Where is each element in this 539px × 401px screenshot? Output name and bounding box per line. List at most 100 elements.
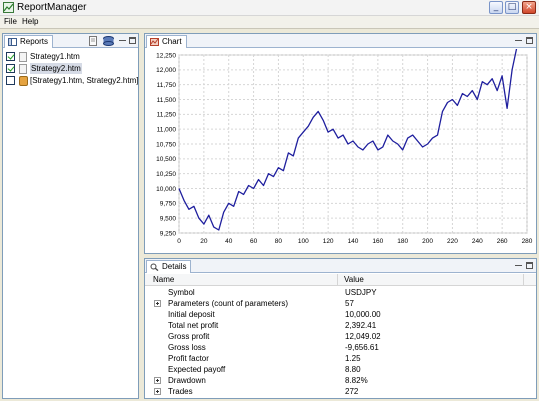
x-tick-label: 220 xyxy=(447,238,458,245)
column-divider[interactable] xyxy=(337,274,338,286)
details-minimize-icon[interactable] xyxy=(515,262,522,269)
column-header-name[interactable]: Name xyxy=(153,275,174,284)
menu-help[interactable]: Help xyxy=(22,17,38,26)
table-row[interactable]: Trades 272 xyxy=(145,386,536,397)
table-row[interactable]: Gross loss -9,656.61 xyxy=(145,342,536,353)
window-title: ReportManager xyxy=(17,2,87,13)
tree-item-label: Strategy2.htm xyxy=(30,63,82,74)
y-tick-label: 12,250 xyxy=(156,52,176,59)
x-tick-label: 240 xyxy=(472,238,483,245)
y-tick-label: 10,000 xyxy=(156,186,176,193)
row-value: 10,000.00 xyxy=(345,310,381,319)
x-tick-label: 160 xyxy=(372,238,383,245)
checkbox-combined[interactable] xyxy=(6,76,15,85)
expand-icon[interactable] xyxy=(154,377,161,384)
table-row[interactable]: Symbol USDJPY xyxy=(145,287,536,298)
row-value: USDJPY xyxy=(345,288,377,297)
row-name: Parameters (count of parameters) xyxy=(168,299,289,308)
x-tick-label: 60 xyxy=(250,238,258,245)
column-divider[interactable] xyxy=(523,274,524,286)
row-name: Trades xyxy=(168,387,193,396)
reports-minimize-icon[interactable] xyxy=(119,37,126,44)
file-icon xyxy=(19,52,27,62)
tree-item[interactable]: [Strategy1.htm, Strategy2.htm] xyxy=(6,75,139,86)
details-maximize-icon[interactable] xyxy=(526,262,533,269)
reports-tab-icon xyxy=(8,38,17,46)
x-tick-label: 120 xyxy=(323,238,334,245)
tree-item-label: [Strategy1.htm, Strategy2.htm] xyxy=(30,76,139,85)
y-tick-label: 9,500 xyxy=(160,215,177,222)
menu-file[interactable]: File xyxy=(4,17,17,26)
x-tick-label: 80 xyxy=(275,238,283,245)
file-icon xyxy=(19,64,27,74)
x-tick-label: 200 xyxy=(422,238,433,245)
magnifier-icon xyxy=(150,263,159,271)
row-name: Gross profit xyxy=(168,332,210,341)
chart-tab-icon xyxy=(150,38,159,46)
row-name: Gross loss xyxy=(168,343,206,352)
row-name: Symbol xyxy=(168,288,195,297)
table-row[interactable]: Initial deposit 10,000.00 xyxy=(145,309,536,320)
chart-minimize-icon[interactable] xyxy=(515,37,522,44)
y-tick-label: 11,500 xyxy=(157,97,177,104)
y-tick-label: 9,250 xyxy=(160,230,177,237)
y-tick-label: 11,250 xyxy=(157,112,177,119)
x-tick-label: 280 xyxy=(522,238,533,245)
y-tick-label: 10,500 xyxy=(156,156,176,163)
expand-icon[interactable] xyxy=(154,388,161,395)
reports-maximize-icon[interactable] xyxy=(129,37,136,44)
row-value: 12,049.02 xyxy=(345,332,381,341)
tab-details-label: Details xyxy=(162,262,187,271)
minimize-button[interactable]: _ xyxy=(489,1,503,14)
details-view: Details Name Value Symbol USDJPY Parameter… xyxy=(144,258,537,399)
row-value: 2,392.41 xyxy=(345,321,377,330)
row-name: Expected payoff xyxy=(168,365,226,374)
reports-view: Reports Strategy1.htm Strategy2.htm [Str… xyxy=(2,33,139,399)
checkbox-strategy1[interactable] xyxy=(6,52,15,61)
table-row[interactable]: Expected payoff 8.80 xyxy=(145,364,536,375)
tree-item-label: Strategy1.htm xyxy=(30,52,80,61)
equity-chart: 9,250 9,500 9,750 10,000 10,250 10,500 10,750 1… xyxy=(156,49,533,245)
y-tick-label: 10,250 xyxy=(156,171,176,178)
row-value: -9,656.61 xyxy=(345,343,379,352)
row-value: 1.25 xyxy=(345,354,361,363)
table-row[interactable]: Gross profit 12,049.02 xyxy=(145,331,536,342)
x-tick-label: 140 xyxy=(348,238,359,245)
table-row[interactable]: Profit factor 1.25 xyxy=(145,353,536,364)
x-tick-label: 100 xyxy=(298,238,309,245)
chart-tabbar: Chart xyxy=(145,34,536,48)
column-header-value[interactable]: Value xyxy=(344,275,364,284)
maximize-button[interactable]: □ xyxy=(505,1,519,14)
tab-reports[interactable]: Reports xyxy=(4,35,54,48)
x-tick-label: 20 xyxy=(200,238,208,245)
row-value: 8.82% xyxy=(345,376,368,385)
tab-chart[interactable]: Chart xyxy=(146,35,187,48)
y-tick-label: 9,750 xyxy=(160,201,177,208)
tab-reports-label: Reports xyxy=(20,37,49,46)
new-report-icon[interactable] xyxy=(89,36,98,46)
expand-icon[interactable] xyxy=(154,300,161,307)
y-tick-label: 10,750 xyxy=(156,141,176,148)
menu-bar: File Help xyxy=(0,16,539,29)
row-value: 57 xyxy=(345,299,354,308)
table-row[interactable]: Drawdown 8.82% xyxy=(145,375,536,386)
details-table-header: Name Value xyxy=(145,274,536,286)
y-tick-label: 11,000 xyxy=(157,126,177,133)
table-row[interactable]: Parameters (count of parameters) 57 xyxy=(145,298,536,309)
close-button[interactable]: × xyxy=(522,1,536,14)
checkbox-strategy2[interactable] xyxy=(6,64,15,73)
row-value: 272 xyxy=(345,387,359,396)
row-name: Drawdown xyxy=(168,376,206,385)
y-tick-label: 11,750 xyxy=(157,82,177,89)
y-tick-label: 12,000 xyxy=(156,67,176,74)
table-row[interactable]: Total net profit 2,392.41 xyxy=(145,320,536,331)
tree-item[interactable]: Strategy2.htm xyxy=(6,63,136,74)
tree-item[interactable]: Strategy1.htm xyxy=(6,51,136,62)
merge-reports-icon[interactable] xyxy=(103,36,114,46)
x-tick-label: 260 xyxy=(497,238,508,245)
chart-maximize-icon[interactable] xyxy=(526,37,533,44)
row-name: Profit factor xyxy=(168,354,209,363)
x-tick-label: 40 xyxy=(225,238,233,245)
tab-details[interactable]: Details xyxy=(146,260,192,273)
details-tabbar: Details xyxy=(145,259,536,273)
